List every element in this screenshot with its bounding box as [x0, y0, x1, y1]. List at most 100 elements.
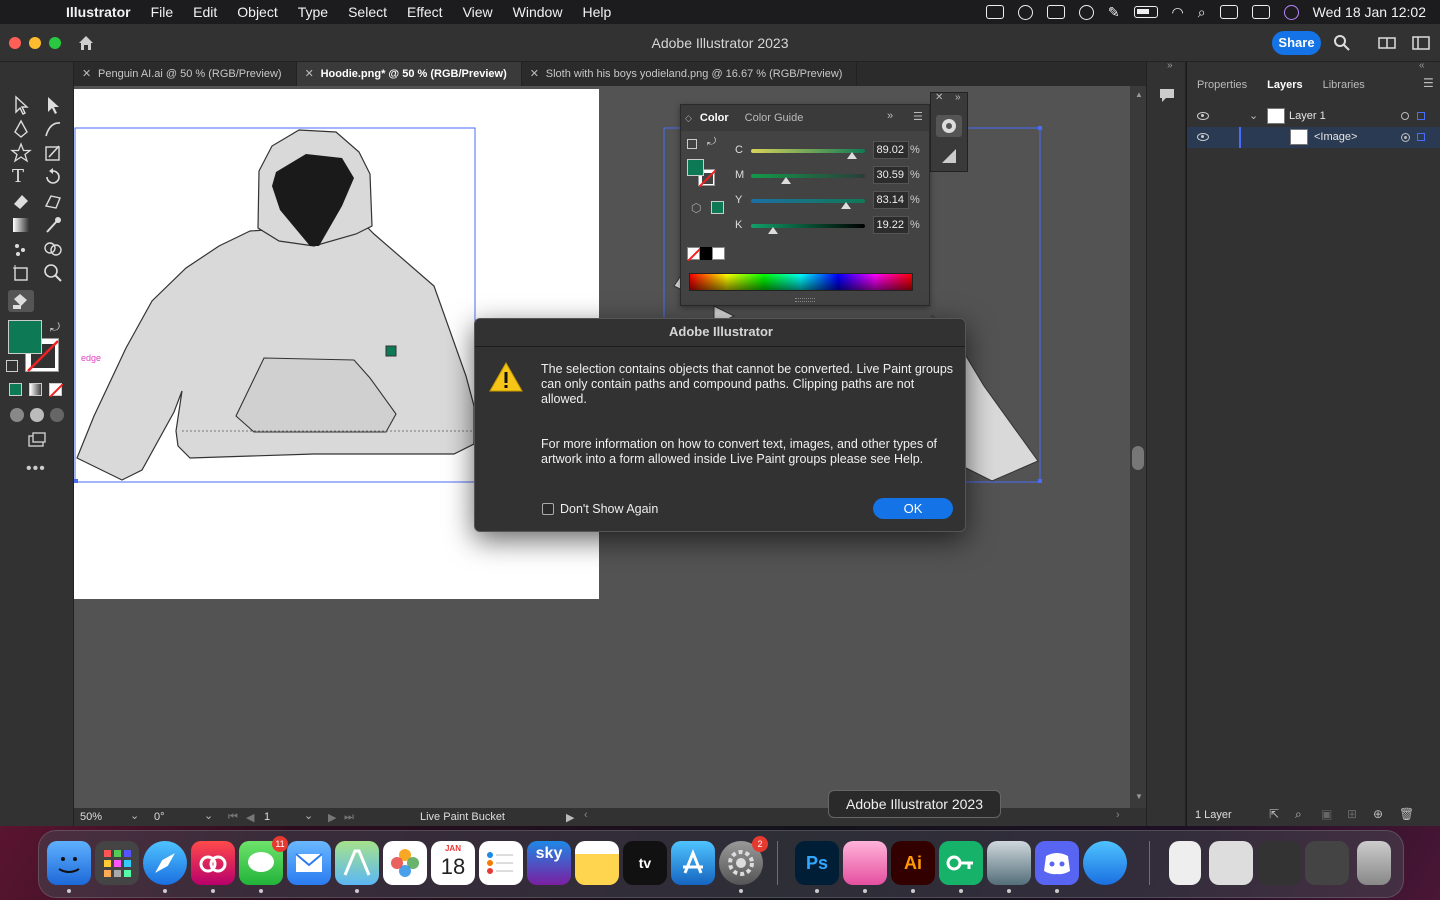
shape-builder-tool-icon[interactable] — [42, 238, 64, 260]
downloads-stack-icon[interactable] — [1209, 841, 1253, 885]
vpn-key-icon[interactable] — [939, 841, 983, 885]
tab-layers[interactable]: Layers — [1257, 72, 1312, 98]
artboard-number[interactable]: 1 — [264, 811, 270, 823]
collapse-panels-icon[interactable]: « — [1419, 60, 1425, 71]
reminders-icon[interactable] — [479, 841, 523, 885]
slider-black[interactable]: K 19.22 % — [681, 216, 931, 236]
media-play-icon[interactable] — [1078, 4, 1094, 20]
layer-row[interactable]: ⌄ Layer 1 — [1187, 106, 1440, 127]
visibility-eye-icon[interactable] — [1197, 133, 1209, 141]
slider-thumb[interactable] — [780, 177, 791, 184]
draw-normal-icon[interactable] — [10, 408, 24, 422]
close-tab-icon[interactable]: ✕ — [305, 62, 314, 86]
tab-sloth[interactable]: ✕ Sloth with his boys yodieland.png @ 16… — [522, 62, 858, 86]
creative-cloud-dock-icon[interactable] — [191, 841, 235, 885]
menu-effect[interactable]: Effect — [397, 4, 453, 20]
default-fill-stroke-icon[interactable] — [6, 360, 18, 372]
artboard-dropdown-icon[interactable]: ⌄ — [304, 809, 313, 822]
slider-thumb[interactable] — [767, 227, 778, 234]
status-menu-icon[interactable]: ▶ — [566, 811, 574, 824]
tab-color-guide[interactable]: Color Guide — [737, 112, 812, 124]
color-mode-icon[interactable] — [9, 383, 22, 396]
selection-indicator-icon[interactable] — [1417, 133, 1425, 141]
bounding-handle[interactable] — [74, 479, 78, 483]
color-spectrum-bar[interactable] — [689, 273, 913, 291]
keyboard-viewer-icon[interactable] — [1305, 841, 1349, 885]
previous-artboard-icon[interactable]: ◀ — [246, 811, 254, 824]
close-tab-icon[interactable]: ✕ — [82, 62, 91, 86]
current-tool-status[interactable]: Live Paint Bucket — [420, 811, 505, 823]
tab-penguin[interactable]: ✕ Penguin AI.ai @ 50 % (RGB/Preview) — [74, 62, 297, 86]
scroll-up-icon[interactable]: ▲ — [1135, 90, 1143, 99]
first-artboard-icon[interactable]: ⏮ — [228, 811, 238, 824]
artboard-tool-icon[interactable] — [10, 262, 32, 284]
tab-libraries[interactable]: Libraries — [1313, 72, 1375, 98]
cleanmymac-icon[interactable] — [843, 841, 887, 885]
visibility-eye-icon[interactable] — [1197, 112, 1209, 120]
swap-fill-stroke-icon[interactable]: ⤾ — [50, 320, 72, 342]
dont-show-again-checkbox[interactable]: Don't Show Again — [542, 502, 658, 516]
gradient-tool-icon[interactable] — [10, 214, 32, 236]
slider-track[interactable] — [751, 174, 865, 178]
menu-object[interactable]: Object — [227, 4, 287, 20]
none-mode-icon[interactable] — [49, 383, 64, 398]
calendar-icon[interactable]: JAN 18 — [431, 841, 475, 885]
panel-menu-icon[interactable]: ☰ — [1423, 76, 1434, 90]
menu-select[interactable]: Select — [338, 4, 397, 20]
bounding-handle[interactable] — [1038, 479, 1042, 483]
tab-properties[interactable]: Properties — [1187, 72, 1257, 98]
wifi-icon[interactable]: ◠ — [1172, 4, 1184, 21]
document-stack-icon[interactable] — [1169, 841, 1201, 885]
menu-edit[interactable]: Edit — [183, 4, 227, 20]
slider-thumb[interactable] — [847, 152, 858, 159]
slider-magenta[interactable]: M 30.59 % — [681, 166, 931, 186]
menu-file[interactable]: File — [141, 4, 184, 20]
delete-layer-icon[interactable]: 🗑 — [1399, 807, 1414, 821]
comments-icon[interactable] — [1158, 86, 1176, 104]
sky-go-icon[interactable]: sky — [527, 841, 571, 885]
black-value-input[interactable]: 19.22 — [873, 216, 909, 234]
edit-toolbar-icon[interactable]: ••• — [26, 460, 48, 482]
type-tool-icon[interactable]: T — [12, 166, 34, 188]
draw-behind-icon[interactable] — [30, 408, 44, 422]
graphic-styles-icon[interactable] — [939, 147, 959, 165]
sublayer-row[interactable]: <Image> — [1187, 127, 1440, 148]
white-swatch[interactable] — [712, 247, 725, 260]
finder-icon[interactable] — [47, 841, 91, 885]
draw-inside-icon[interactable] — [50, 408, 64, 422]
control-center-icon[interactable] — [1251, 5, 1270, 19]
photoshop-icon[interactable]: Ps — [795, 841, 839, 885]
target-icon[interactable] — [1401, 133, 1410, 142]
menu-clock[interactable]: Wed 18 Jan 12:02 — [1313, 4, 1426, 20]
keyboard-icon[interactable] — [1219, 5, 1238, 19]
safari-icon[interactable] — [143, 841, 187, 885]
screen-record-icon[interactable] — [985, 5, 1004, 19]
panel-fill-swatch[interactable] — [687, 159, 704, 176]
eyedropper-tool-icon[interactable] — [42, 214, 64, 236]
locate-object-icon[interactable]: ⌕ — [1295, 807, 1302, 822]
menu-window[interactable]: Window — [503, 4, 573, 20]
fill-color-swatch[interactable] — [8, 320, 42, 354]
zoom-dropdown-icon[interactable]: ⌄ — [130, 809, 139, 822]
ok-button[interactable]: OK — [873, 498, 953, 519]
vertical-scrollbar[interactable]: ▲ ▼ — [1130, 86, 1146, 808]
app-store-icon[interactable] — [671, 841, 715, 885]
apple-tv-icon[interactable]: tv — [623, 841, 667, 885]
cyan-value-input[interactable]: 89.02 — [873, 141, 909, 159]
magenta-value-input[interactable]: 30.59 — [873, 166, 909, 184]
yellow-value-input[interactable]: 83.14 — [873, 191, 909, 209]
appearance-panel-icon[interactable] — [936, 115, 962, 137]
close-panel-icon[interactable]: ✕ — [935, 92, 943, 103]
siri-icon[interactable] — [1283, 4, 1299, 20]
sublayer-name[interactable]: <Image> — [1314, 127, 1357, 148]
pen-tool-icon[interactable] — [10, 118, 32, 140]
scroll-right-icon[interactable]: › — [1116, 809, 1120, 821]
zoom-tool-icon[interactable] — [42, 262, 64, 284]
menu-app-name[interactable]: Illustrator — [56, 4, 141, 20]
star-tool-icon[interactable] — [10, 142, 32, 164]
menu-help[interactable]: Help — [572, 4, 621, 20]
live-paint-bucket-tool-icon[interactable] — [8, 290, 34, 312]
spotlight-search-icon[interactable]: ⌕ — [1198, 4, 1206, 21]
rotate-tool-icon[interactable] — [42, 166, 64, 188]
close-tab-icon[interactable]: ✕ — [530, 62, 539, 86]
